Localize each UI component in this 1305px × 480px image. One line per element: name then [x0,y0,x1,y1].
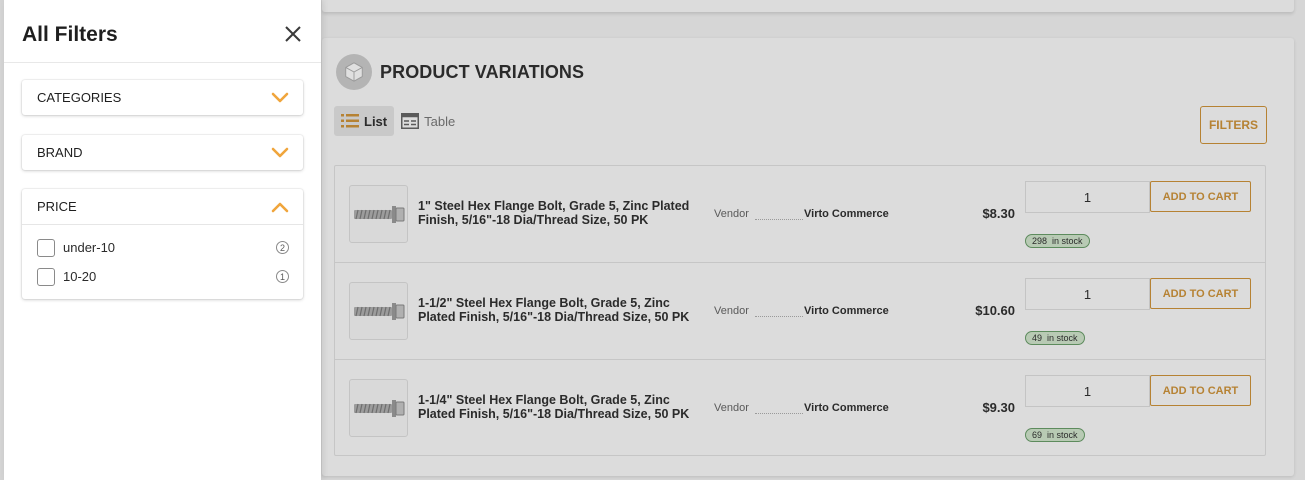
stock-label: in stock [1052,236,1083,246]
add-to-cart-button[interactable]: ADD TO CART [1150,278,1251,309]
close-icon[interactable] [283,24,303,44]
stock-badge: 49 in stock [1025,331,1085,345]
facet-price: PRICE under-10 2 10-20 1 [22,189,303,299]
product-price: $9.30 [982,400,1015,415]
facet-price-options: under-10 2 10-20 1 [22,224,303,299]
stock-badge: 69 in stock [1025,428,1085,442]
bolt-image [353,400,404,417]
view-table-label: Table [424,113,456,129]
vendor-divider [755,413,803,414]
product-name[interactable]: 1-1/4" Steel Hex Flange Bolt, Grade 5, Z… [418,393,708,421]
vendor-label: Vendor [714,208,749,220]
bolt-image [353,206,404,223]
vendor-divider [755,219,803,220]
filter-option[interactable]: under-10 2 [37,233,289,262]
view-table-button[interactable]: Table [394,106,462,136]
option-label[interactable]: 10-20 [63,269,276,284]
stock-label: in stock [1047,333,1078,343]
facet-label: BRAND [37,145,83,160]
chevron-down-icon [271,92,289,102]
filters-drawer: All Filters CATEGORIES BRAND PRICE under… [4,0,321,480]
view-toggle: List Table [334,106,462,136]
option-checkbox[interactable] [37,267,55,286]
filter-option[interactable]: 10-20 1 [37,262,289,291]
quantity-input[interactable]: 1 [1025,181,1150,213]
option-count: 1 [276,270,289,283]
drawer-title: All Filters [22,23,118,46]
product-name[interactable]: 1-1/2" Steel Hex Flange Bolt, Grade 5, Z… [418,296,708,324]
vendor-divider [755,316,803,317]
facet-label: PRICE [37,199,77,214]
filters-button[interactable]: FILTERS [1200,106,1267,144]
previous-section-card [322,0,1294,12]
drawer-divider [4,62,321,63]
vendor-value: Virto Commerce [804,208,889,220]
add-to-cart-button[interactable]: ADD TO CART [1150,375,1251,406]
chevron-down-icon [271,147,289,157]
stock-count: 69 [1032,430,1043,440]
bolt-image [353,303,404,320]
product-name[interactable]: 1" Steel Hex Flange Bolt, Grade 5, Zinc … [418,199,708,227]
vendor-label: Vendor [714,402,749,414]
add-to-cart-button[interactable]: ADD TO CART [1150,181,1251,212]
section-title: PRODUCT VARIATIONS [380,61,585,82]
vendor-label: Vendor [714,305,749,317]
facet-label: CATEGORIES [37,90,122,105]
vendor-value: Virto Commerce [804,305,889,317]
product-thumbnail[interactable] [349,379,408,437]
product-thumbnail[interactable] [349,282,408,340]
stock-count: 298 [1032,236,1048,246]
facet-brand: BRAND [22,135,303,170]
facet-categories-header[interactable]: CATEGORIES [22,80,303,115]
product-price: $10.60 [975,303,1015,318]
product-price: $8.30 [982,206,1015,221]
table-icon [401,113,420,129]
facet-categories: CATEGORIES [22,80,303,115]
variation-row: 1-1/2" Steel Hex Flange Bolt, Grade 5, Z… [335,262,1265,358]
quantity-input[interactable]: 1 [1025,278,1150,310]
variation-row: 1" Steel Hex Flange Bolt, Grade 5, Zinc … [335,166,1265,262]
option-count: 2 [276,241,289,254]
variations-list: 1" Steel Hex Flange Bolt, Grade 5, Zinc … [334,165,1266,456]
variation-row: 1-1/4" Steel Hex Flange Bolt, Grade 5, Z… [335,359,1265,455]
option-checkbox[interactable] [37,238,55,257]
chevron-up-icon [271,202,289,212]
cube-icon [336,54,372,90]
section-header: PRODUCT VARIATIONS [336,54,584,90]
option-label[interactable]: under-10 [63,240,276,255]
product-thumbnail[interactable] [349,185,408,243]
facet-brand-header[interactable]: BRAND [22,135,303,170]
view-list-label: List [364,113,388,129]
list-icon [341,114,359,128]
stock-badge: 298 in stock [1025,234,1090,248]
vendor-value: Virto Commerce [804,402,889,414]
facet-price-header[interactable]: PRICE [22,189,303,224]
stock-label: in stock [1047,430,1078,440]
stock-count: 49 [1032,333,1043,343]
view-list-button[interactable]: List [334,106,395,136]
quantity-input[interactable]: 1 [1025,375,1150,407]
